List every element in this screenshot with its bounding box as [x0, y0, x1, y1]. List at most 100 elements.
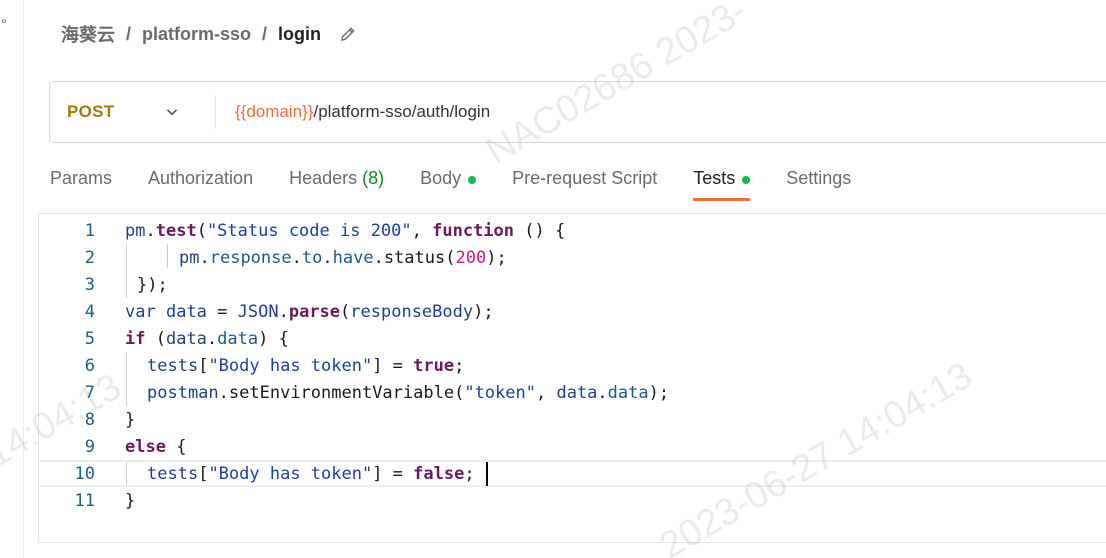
code-text: else {: [125, 437, 186, 457]
code-line[interactable]: 7 postman.setEnvironmentVariable("token",…: [39, 379, 1106, 406]
code-token: false: [413, 463, 465, 484]
code-token: ) {: [258, 328, 289, 349]
code-token: test: [155, 220, 197, 241]
code-token: status: [383, 247, 446, 268]
code-token: .: [278, 301, 289, 322]
code-line[interactable]: 4 var data = JSON.parse(responseBody);: [39, 298, 1106, 325]
code-editor[interactable]: 1 pm.test("Status code is 200", function …: [38, 213, 1106, 543]
code-text: pm.test("Status code is 200", function (…: [125, 221, 565, 241]
tab-label: Authorization: [148, 168, 254, 188]
url-path: /platform-sso/auth/login: [313, 102, 491, 121]
code-token: "Body has token": [208, 355, 373, 376]
url-environment-variable: {{domain}}: [235, 102, 314, 121]
code-token: data: [607, 382, 649, 403]
breadcrumb-workspace[interactable]: 海葵云: [61, 21, 115, 47]
code-token: "token": [464, 382, 536, 403]
tab-params[interactable]: Params: [50, 166, 112, 206]
code-line[interactable]: 3});: [39, 271, 1106, 298]
pencil-icon[interactable]: [339, 25, 357, 43]
tab-label: Tests: [693, 168, 736, 188]
code-token: (: [445, 247, 456, 268]
tab-label: Params: [50, 168, 113, 188]
status-dot-icon: [742, 176, 751, 184]
code-token: );: [473, 301, 494, 322]
code-token: () {: [514, 220, 566, 241]
request-tabs: Params Authorization Headers (8) Body Pre…: [50, 166, 887, 206]
code-token: pm: [179, 247, 200, 268]
code-text: tests["Body has token"] = false;: [147, 461, 488, 486]
code-text: tests["Body has token"] = true;: [147, 356, 464, 376]
code-token: postman: [147, 382, 219, 403]
breadcrumb-request-name[interactable]: login: [278, 24, 321, 45]
code-token: responseBody: [350, 301, 474, 322]
code-token: .: [322, 247, 333, 268]
code-token: .: [373, 247, 384, 268]
text-cursor: [485, 461, 488, 486]
left-sidebar-edge: °: [0, 0, 24, 558]
code-token: (: [454, 382, 465, 403]
breadcrumb-separator: /: [126, 23, 132, 44]
breadcrumb: 海葵云 / platform-sso / login: [61, 22, 357, 46]
code-token: tests: [147, 355, 199, 376]
code-token: ;: [464, 463, 475, 484]
code-token: [: [198, 463, 209, 484]
code-token: ,: [535, 382, 557, 403]
code-text: }: [125, 410, 135, 430]
code-token: function: [432, 220, 515, 241]
method-label: POST: [67, 102, 115, 121]
code-token: 200: [455, 247, 487, 268]
code-token: (: [196, 220, 207, 241]
tab-authorization[interactable]: Authorization: [148, 166, 253, 206]
code-token: parse: [288, 301, 341, 322]
breadcrumb-collection[interactable]: platform-sso: [142, 24, 251, 45]
code-line[interactable]: 8}: [39, 406, 1106, 433]
line-number: 2: [84, 247, 95, 268]
code-line[interactable]: 9 else {: [39, 433, 1106, 460]
method-select[interactable]: POST: [50, 95, 216, 129]
code-token: ] =: [372, 463, 414, 484]
tab-settings[interactable]: Settings: [786, 166, 851, 206]
tab-body[interactable]: Body: [420, 166, 477, 206]
tab-tests[interactable]: Tests: [693, 166, 751, 206]
code-text: if (data.data) {: [125, 329, 289, 349]
code-token: response: [209, 247, 292, 268]
code-token: "Body has token": [208, 463, 373, 484]
code-token: (: [340, 301, 351, 322]
code-token: tests: [147, 463, 199, 484]
line-number: 1: [84, 220, 95, 241]
line-number: 7: [84, 382, 95, 403]
tab-pre-request-script[interactable]: Pre-request Script: [512, 166, 657, 206]
code-token: data: [217, 328, 259, 349]
tab-headers[interactable]: Headers (8): [289, 166, 384, 206]
code-line[interactable]: 1 pm.test("Status code is 200", function …: [39, 217, 1106, 244]
code-text: }: [125, 491, 135, 511]
code-line[interactable]: 5 if (data.data) {: [39, 325, 1106, 352]
line-number: 5: [84, 328, 95, 349]
sidebar-bullet-glyph: °: [1, 16, 7, 32]
code-token: setEnvironmentVariable: [228, 382, 455, 403]
code-text: });: [137, 275, 168, 295]
code-token: .: [206, 328, 218, 349]
code-token: to: [301, 247, 323, 268]
url-input[interactable]: {{domain}}/platform-sso/auth/login: [235, 102, 490, 122]
code-token: [: [198, 355, 209, 376]
code-text: postman.setEnvironmentVariable("token", …: [147, 383, 669, 403]
tab-label: Pre-request Script: [512, 168, 658, 188]
line-number: 11: [74, 490, 95, 511]
line-number: 3: [84, 274, 95, 295]
tab-label: Body: [420, 168, 462, 188]
code-token: {: [176, 436, 187, 457]
code-text: pm.response.to.have.status(200);: [179, 248, 507, 268]
code-line[interactable]: 11}: [39, 487, 1106, 514]
code-line[interactable]: 10 tests["Body has token"] = false;: [39, 460, 1106, 487]
code-line[interactable]: 2 pm.response.to.have.status(200);: [39, 244, 1106, 271]
tab-label: Settings: [786, 168, 852, 188]
code-token: }: [125, 409, 136, 430]
code-line[interactable]: 6 tests["Body has token"] = true;: [39, 352, 1106, 379]
line-number: 9: [84, 436, 95, 457]
line-number: 8: [84, 409, 95, 430]
code-token: have: [332, 247, 374, 268]
